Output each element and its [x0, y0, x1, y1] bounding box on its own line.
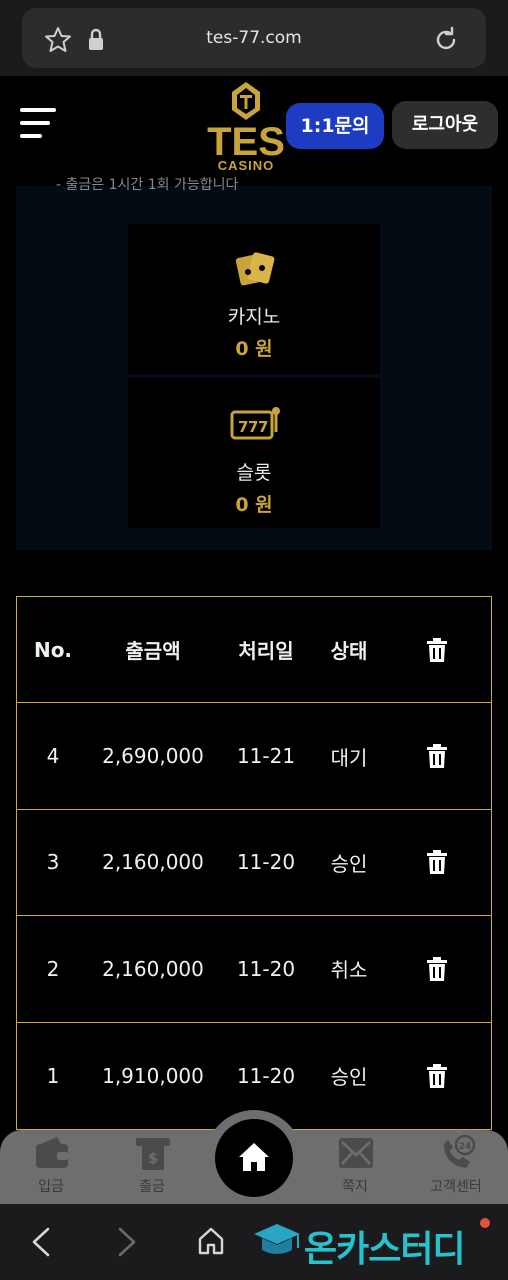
trash-icon[interactable]	[426, 850, 448, 875]
trash-icon[interactable]	[426, 1063, 448, 1088]
row-date: 11-20	[236, 956, 296, 981]
cards-icon	[235, 252, 275, 286]
svg-text:24: 24	[459, 1142, 472, 1152]
logout-button[interactable]: 로그아웃	[392, 101, 498, 149]
site-header: TES CASINO 1:1문의 로그아웃	[0, 76, 508, 186]
watermark-logo: 온카스터디	[252, 1218, 502, 1270]
nav-message[interactable]: 쪽지	[307, 1132, 403, 1200]
header-no: No.	[33, 637, 73, 662]
home-button[interactable]	[215, 1119, 293, 1197]
browser-bottom-bar: 온카스터디	[0, 1204, 508, 1280]
browser-home-icon[interactable]	[196, 1226, 226, 1256]
svg-text:7: 7	[238, 418, 248, 436]
row-amount: 2,160,000	[102, 850, 204, 875]
home-icon[interactable]	[237, 1141, 271, 1173]
delete-row-button[interactable]	[397, 703, 477, 808]
trash-icon[interactable]	[426, 637, 448, 662]
logo-text: TES	[207, 120, 285, 160]
envelope-icon	[339, 1138, 373, 1168]
reload-icon[interactable]	[432, 26, 460, 54]
atm-icon: $	[136, 1138, 170, 1170]
svg-text:$: $	[148, 1151, 158, 1167]
watermark-text: 온카스터디	[304, 1229, 466, 1270]
row-amount: 2,160,000	[102, 956, 204, 981]
row-no: 3	[46, 850, 60, 875]
nav-support-label: 고객센터	[430, 1179, 482, 1195]
notice-text: - 출금은 1시간 1회 가능합니다	[56, 177, 239, 193]
browser-toolbar: tes-77.com	[0, 0, 508, 76]
table-row: 2 2,160,000 11-20 취소	[17, 916, 491, 1023]
header-status: 상태	[330, 639, 368, 664]
row-amount: 1,910,000	[102, 1063, 204, 1088]
delete-all-button[interactable]	[397, 597, 477, 702]
withdrawal-table: No. 출금액 처리일 상태 4 2,690,000 11-21 대기 3 2,…	[16, 596, 492, 1130]
row-status: 취소	[330, 958, 368, 983]
watermark-dot	[480, 1218, 490, 1228]
row-status: 승인	[330, 1065, 368, 1090]
svg-text:7: 7	[258, 418, 268, 436]
row-no: 2	[46, 956, 60, 981]
table-row: 4 2,690,000 11-21 대기	[17, 703, 491, 810]
nav-deposit-label: 입금	[38, 1179, 64, 1195]
trash-icon[interactable]	[426, 744, 448, 769]
logo-subtitle: CASINO	[217, 158, 275, 173]
inquiry-button[interactable]: 1:1문의	[286, 103, 384, 149]
svg-text:7: 7	[248, 418, 258, 436]
wallet-icon	[36, 1137, 68, 1168]
nav-message-label: 쪽지	[342, 1179, 368, 1195]
row-status: 대기	[330, 745, 368, 770]
table-row: 3 2,160,000 11-20 승인	[17, 810, 491, 917]
slot-label: 슬롯	[236, 462, 272, 484]
row-no: 4	[46, 744, 60, 769]
slot-balance-card: 7 7 7 슬롯 0 원	[128, 378, 380, 528]
nav-withdraw-label: 출금	[139, 1179, 165, 1195]
address-bar[interactable]: tes-77.com	[22, 8, 486, 68]
row-date: 11-21	[236, 744, 296, 769]
balance-panel: - 출금은 1시간 1회 가능합니다 카지노 0 원 7 7 7 슬롯 0 원	[16, 177, 492, 550]
delete-row-button[interactable]	[397, 1023, 477, 1129]
back-icon[interactable]	[28, 1226, 54, 1258]
row-no: 1	[46, 1063, 60, 1088]
menu-icon[interactable]	[20, 108, 56, 138]
casino-label: 카지노	[227, 306, 281, 328]
casino-amount: 0 원	[235, 338, 273, 360]
slot-amount: 0 원	[235, 494, 273, 516]
support-24-icon: 24	[444, 1134, 476, 1168]
slot-machine-icon: 7 7 7	[230, 407, 280, 440]
header-date: 처리일	[238, 639, 294, 664]
delete-row-button[interactable]	[397, 916, 477, 1021]
header-amount: 출금액	[125, 639, 181, 664]
row-amount: 2,690,000	[102, 744, 204, 769]
url-text[interactable]: tes-77.com	[22, 28, 486, 48]
row-status: 승인	[330, 851, 368, 876]
delete-row-button[interactable]	[397, 810, 477, 915]
graduation-cap-icon	[254, 1224, 300, 1254]
table-header-row: No. 출금액 처리일 상태	[17, 597, 491, 704]
nav-withdraw[interactable]: $ 출금	[104, 1132, 200, 1200]
row-date: 11-20	[236, 850, 296, 875]
nav-support[interactable]: 24 고객센터	[408, 1132, 504, 1200]
casino-balance-card: 카지노 0 원	[128, 224, 380, 374]
forward-icon[interactable]	[114, 1226, 140, 1258]
nav-deposit[interactable]: 입금	[3, 1132, 99, 1200]
trash-icon[interactable]	[426, 956, 448, 981]
